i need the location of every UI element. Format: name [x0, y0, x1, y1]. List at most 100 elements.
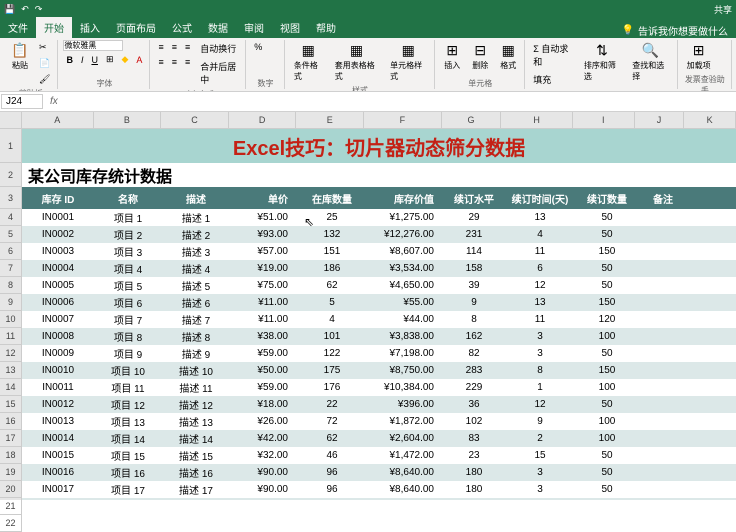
tab-插入[interactable]: 插入	[72, 17, 108, 38]
redo-icon[interactable]: ↷	[35, 4, 43, 15]
autosum-button[interactable]: Σ 自动求和	[530, 40, 576, 70]
tab-视图[interactable]: 视图	[272, 17, 308, 38]
cell[interactable]: ¥59.00	[230, 348, 298, 359]
cell[interactable]: ¥26.00	[230, 416, 298, 427]
cell[interactable]: ¥2,604.00	[366, 433, 444, 444]
cell[interactable]: ¥18.00	[230, 399, 298, 410]
cell[interactable]: IN0011	[22, 382, 94, 393]
insert-cells-button[interactable]: ⊞插入	[440, 40, 464, 73]
cell[interactable]: 180	[444, 467, 504, 478]
tell-me-input[interactable]: 告诉我你想要做什么	[638, 23, 728, 38]
cell[interactable]: 12	[504, 280, 576, 291]
row-header[interactable]: 3	[0, 187, 22, 209]
cell[interactable]: 46	[298, 450, 366, 461]
cell[interactable]: 3	[504, 484, 576, 495]
cell[interactable]: 项目 1	[94, 210, 162, 225]
cell[interactable]: 9	[504, 416, 576, 427]
cell[interactable]: ¥3,534.00	[366, 263, 444, 274]
cell[interactable]: 72	[298, 416, 366, 427]
cell[interactable]: 50	[576, 484, 638, 495]
row-header[interactable]: 7	[0, 260, 22, 277]
cell[interactable]: 描述 17	[162, 482, 230, 497]
cell[interactable]: 151	[298, 246, 366, 257]
row-header[interactable]: 13	[0, 362, 22, 379]
cell[interactable]: 项目 4	[94, 261, 162, 276]
table-row[interactable]: IN0003项目 3描述 3¥57.00151¥8,607.0011411150	[22, 243, 736, 260]
cell[interactable]: 描述 15	[162, 448, 230, 463]
header-cell[interactable]: 单价	[230, 191, 298, 206]
cell[interactable]: ¥396.00	[366, 399, 444, 410]
cell[interactable]: 2	[504, 433, 576, 444]
find-select-button[interactable]: 🔍查找和选择	[628, 40, 672, 84]
cell[interactable]: 项目 15	[94, 448, 162, 463]
cell[interactable]: 3	[504, 348, 576, 359]
cell[interactable]: ¥1,872.00	[366, 416, 444, 427]
cell[interactable]: ¥59.00	[230, 382, 298, 393]
cell[interactable]: IN0010	[22, 365, 94, 376]
cell[interactable]: IN0015	[22, 450, 94, 461]
header-cell[interactable]: 续订数量	[576, 191, 638, 206]
table-row[interactable]: IN0010项目 10描述 10¥50.00175¥8,750.00283815…	[22, 362, 736, 379]
format-painter-button[interactable]: 🖌	[36, 72, 53, 87]
cell[interactable]: 50	[576, 212, 638, 223]
tab-开始[interactable]: 开始	[36, 17, 72, 38]
tab-数据[interactable]: 数据	[200, 17, 236, 38]
cell[interactable]: 62	[298, 280, 366, 291]
cell[interactable]: 158	[444, 263, 504, 274]
cell[interactable]: 132	[298, 229, 366, 240]
cell[interactable]: ¥4,650.00	[366, 280, 444, 291]
cell[interactable]: 162	[444, 331, 504, 342]
cell[interactable]: IN0003	[22, 246, 94, 257]
cell[interactable]: 96	[298, 467, 366, 478]
cell[interactable]: 50	[576, 399, 638, 410]
row-header[interactable]: 9	[0, 294, 22, 311]
row-header[interactable]: 4	[0, 209, 22, 226]
cell[interactable]: 15	[504, 450, 576, 461]
table-row[interactable]: IN0004项目 4描述 4¥19.00186¥3,534.00158650	[22, 260, 736, 277]
cell[interactable]: 175	[298, 365, 366, 376]
cell[interactable]: 150	[576, 246, 638, 257]
cell[interactable]: IN0002	[22, 229, 94, 240]
table-row[interactable]: IN0017项目 17描述 17¥90.0096¥8,640.00180350	[22, 481, 736, 498]
cell[interactable]: ¥93.00	[230, 229, 298, 240]
cell[interactable]: 82	[444, 348, 504, 359]
name-box[interactable]	[1, 94, 43, 109]
header-cell[interactable]: 名称	[94, 191, 162, 206]
cell[interactable]: ¥11.00	[230, 314, 298, 325]
copy-button[interactable]: 📄	[36, 56, 53, 71]
align-top-button[interactable]: ≡	[155, 40, 166, 54]
cell[interactable]: 项目 8	[94, 329, 162, 344]
col-header-G[interactable]: G	[442, 112, 502, 129]
align-middle-button[interactable]: ≡	[169, 40, 180, 54]
row-header[interactable]: 6	[0, 243, 22, 260]
share-button[interactable]: 共享	[714, 3, 732, 16]
cell[interactable]: 项目 9	[94, 346, 162, 361]
cell[interactable]: 50	[576, 467, 638, 478]
cell[interactable]: ¥51.00	[230, 212, 298, 223]
cell[interactable]: 83	[444, 433, 504, 444]
table-row[interactable]: IN0014项目 14描述 14¥42.0062¥2,604.00832100	[22, 430, 736, 447]
format-cells-button[interactable]: ▦格式	[496, 40, 520, 73]
col-header-E[interactable]: E	[296, 112, 364, 129]
italic-button[interactable]: I	[78, 53, 87, 67]
table-row[interactable]: IN0008项目 8描述 8¥38.00101¥3,838.001623100	[22, 328, 736, 345]
header-cell[interactable]: 库存 ID	[22, 191, 94, 206]
cell[interactable]: 50	[576, 229, 638, 240]
cell[interactable]: ¥90.00	[230, 467, 298, 478]
table-row[interactable]: IN0011项目 11描述 11¥59.00176¥10,384.0022911…	[22, 379, 736, 396]
paste-button[interactable]: 📋 粘贴	[8, 40, 32, 73]
cell[interactable]: 项目 11	[94, 380, 162, 395]
cell[interactable]: 23	[444, 450, 504, 461]
underline-button[interactable]: U	[88, 53, 101, 67]
cell[interactable]: IN0013	[22, 416, 94, 427]
table-row[interactable]: IN0016项目 16描述 16¥90.0096¥8,640.00180350	[22, 464, 736, 481]
cell[interactable]: 描述 9	[162, 346, 230, 361]
cell[interactable]: 项目 3	[94, 244, 162, 259]
cell[interactable]: 101	[298, 331, 366, 342]
cell[interactable]: 项目 17	[94, 482, 162, 497]
cell[interactable]: 3	[504, 331, 576, 342]
cell[interactable]: 4	[504, 229, 576, 240]
cell[interactable]: 项目 7	[94, 312, 162, 327]
cell[interactable]: 描述 7	[162, 312, 230, 327]
row-header[interactable]: 2	[0, 163, 22, 187]
